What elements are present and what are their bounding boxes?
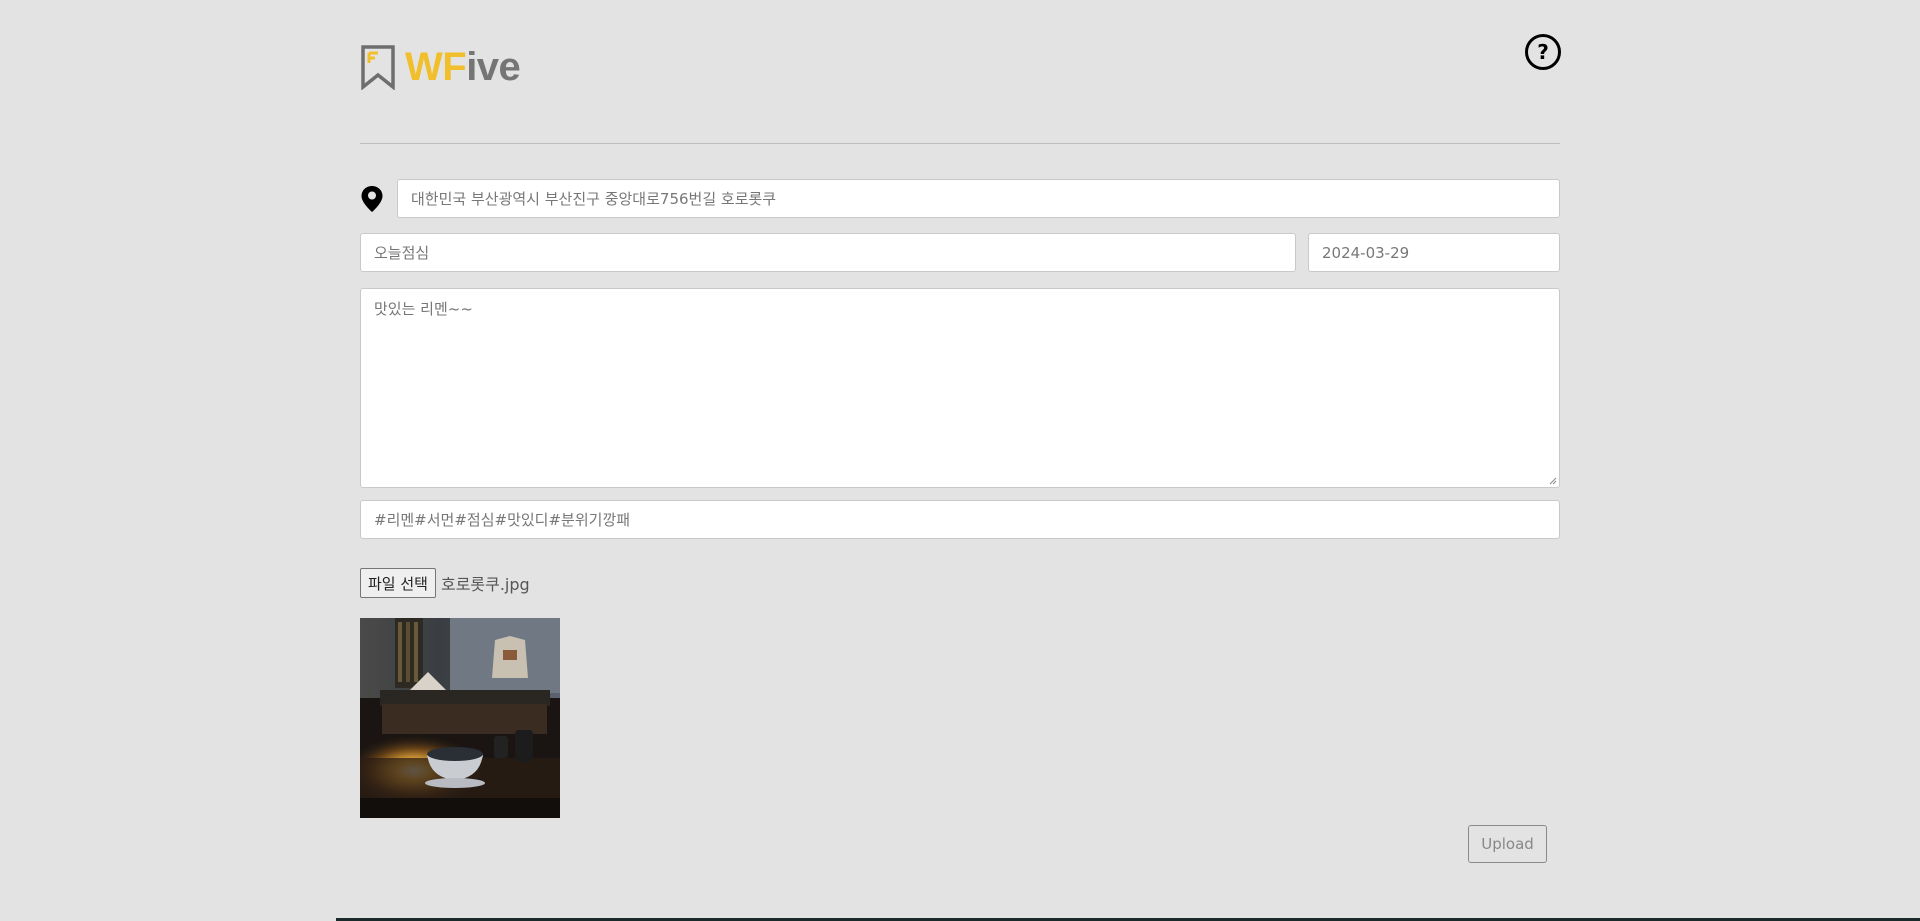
choose-file-button[interactable]: 파일 선택: [360, 568, 436, 598]
content-textarea[interactable]: 맛있는 리멘~~: [360, 288, 1560, 488]
date-input[interactable]: 2024-03-29: [1308, 233, 1560, 272]
image-preview: [360, 618, 560, 818]
selected-file-name: 호로롯쿠.jpg: [440, 575, 530, 594]
header: WFive ?: [360, 0, 1561, 144]
question-circle-icon[interactable]: ?: [1525, 34, 1561, 70]
location-input[interactable]: 대한민국 부산광역시 부산진구 중앙대로756번길 호로롯쿠: [397, 179, 1560, 218]
logo-text: WFive: [405, 44, 521, 90]
logo-text-rest: ive: [466, 45, 521, 89]
location-row: 대한민국 부산광역시 부산진구 중앙대로756번길 호로롯쿠: [360, 179, 1560, 218]
content-text: 맛있는 리멘~~: [374, 300, 473, 318]
bookmark-logo-icon: [361, 45, 395, 90]
tags-input[interactable]: #리멘#서먼#점심#맛있디#분위기깡패: [360, 500, 1560, 539]
logo-text-accent: WF: [405, 45, 467, 89]
map-pin-icon: [361, 185, 383, 212]
title-date-row: 오늘점심 2024-03-29: [360, 233, 1560, 272]
page: WFive ? 대한민국 부산광역시 부산진구 중앙대로756번길 호로롯쿠 오…: [0, 0, 1920, 921]
file-upload-row: 파일 선택 호로롯쿠.jpg: [360, 568, 530, 598]
upload-button[interactable]: Upload: [1468, 825, 1547, 863]
resize-grip-icon[interactable]: [1549, 477, 1557, 485]
post-form-container: WFive ? 대한민국 부산광역시 부산진구 중앙대로756번길 호로롯쿠 오…: [360, 0, 1561, 863]
ramen-photo: [360, 618, 560, 818]
help-label: ?: [1537, 40, 1549, 64]
logo[interactable]: WFive: [360, 44, 521, 90]
title-input[interactable]: 오늘점심: [360, 233, 1296, 272]
